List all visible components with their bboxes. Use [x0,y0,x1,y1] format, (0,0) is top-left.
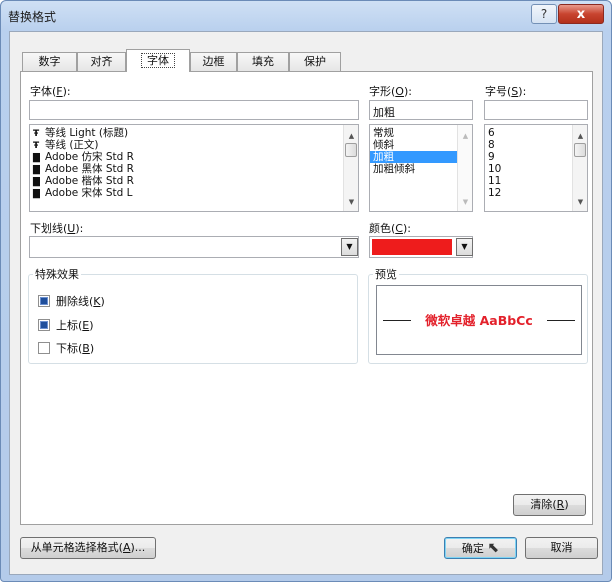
list-item[interactable]: ▇ Adobe 楷体 Std R [30,175,358,187]
replace-format-dialog: 替换格式 ? x 数字 对齐 字体 边框 填充 保护 字体(F): Ŧ 等线 Li… [0,0,612,582]
scroll-up-icon[interactable]: ▲ [344,129,358,143]
scroll-up-icon[interactable]: ▲ [573,129,587,143]
list-item[interactable]: ▇ Adobe 黑体 Std R [30,163,358,175]
size-list-scrollbar[interactable]: ▲ ▼ [572,125,587,211]
size-label: 字号(S): [485,85,527,98]
font-list[interactable]: Ŧ 等线 Light (标题) Ŧ 等线 (正文) ▇ Adobe 仿宋 Std R … [29,124,359,212]
preview-legend: 预览 [375,268,397,281]
color-label: 颜色(C): [369,222,411,235]
clear-button[interactable]: 清除(R) [513,494,586,516]
font-tab-panel: 字体(F): Ŧ 等线 Light (标题) Ŧ 等线 (正文) ▇ Adobe 仿宋… [20,71,593,525]
size-input[interactable] [484,100,588,120]
close-icon: x [576,6,586,22]
help-button[interactable]: ? [531,4,557,24]
checkbox-indeterminate-icon [38,319,50,331]
scroll-down-icon[interactable]: ▼ [344,195,358,209]
list-item[interactable]: ▇ Adobe 仿宋 Std R [30,151,358,163]
printer-font-icon: ▇ [33,189,40,199]
preview-sample-text: 微软卓越 AaBbCc [425,313,533,328]
list-item[interactable]: Ŧ 等线 (正文) [30,139,358,151]
chevron-down-icon: ▼ [346,242,353,251]
superscript-checkbox[interactable]: 上标(E) [38,317,94,333]
tab-font[interactable]: 字体 [126,49,190,72]
style-list-scrollbar[interactable]: ▲ ▼ [457,125,472,211]
dialog-body: 数字 对齐 字体 边框 填充 保护 字体(F): Ŧ 等线 Light (标题) … [9,31,603,575]
choose-format-from-cell-button[interactable]: 从单元格选择格式(A)... [20,537,156,559]
size-list[interactable]: 6 8 9 10 11 12 ▲ ▼ [484,124,588,212]
style-input[interactable]: 加粗 [369,100,473,120]
checkbox-indeterminate-icon [38,295,50,307]
list-item[interactable]: ▇ Adobe 宋体 Std L [30,187,358,199]
font-input[interactable] [29,100,359,120]
dialog-title: 替换格式 [8,10,57,24]
tab-protection[interactable]: 保护 [289,52,341,71]
strikethrough-checkbox[interactable]: 删除线(K) [38,293,105,309]
scroll-thumb[interactable] [345,143,357,157]
scroll-thumb[interactable] [574,143,586,157]
scroll-up-icon[interactable]: ▲ [458,129,472,143]
ok-button[interactable]: 确定 ⬉ [444,537,517,559]
underline-label: 下划线(U): [30,222,84,235]
tab-alignment[interactable]: 对齐 [77,52,126,71]
tab-number[interactable]: 数字 [22,52,77,71]
underline-dropdown-button[interactable]: ▼ [341,238,358,256]
color-dropdown-button[interactable]: ▼ [456,238,473,256]
chevron-down-icon: ▼ [461,242,468,251]
style-list[interactable]: 常规 倾斜 加粗 加粗倾斜 ▲ ▼ [369,124,473,212]
list-item[interactable]: Ŧ 等线 Light (标题) [30,127,358,139]
scroll-down-icon[interactable]: ▼ [458,195,472,209]
font-list-scrollbar[interactable]: ▲ ▼ [343,125,358,211]
cancel-button[interactable]: 取消 [525,537,598,559]
subscript-checkbox[interactable]: 下标(B) [38,340,94,356]
style-label: 字形(O): [369,85,412,98]
tab-fill[interactable]: 填充 [237,52,289,71]
close-button[interactable]: x [558,4,604,24]
underline-select[interactable] [29,236,359,258]
tab-border[interactable]: 边框 [190,52,237,71]
color-swatch [372,239,452,255]
help-icon: ? [540,7,548,21]
title-bar: 替换格式 ? x [1,1,611,31]
scroll-down-icon[interactable]: ▼ [573,195,587,209]
checkbox-unchecked-icon [38,342,50,354]
effects-legend: 特殊效果 [35,268,79,281]
preview-box: 微软卓越 AaBbCc [376,285,582,355]
cursor-pointer-icon: ⬉ [487,540,500,556]
font-label: 字体(F): [30,85,71,98]
